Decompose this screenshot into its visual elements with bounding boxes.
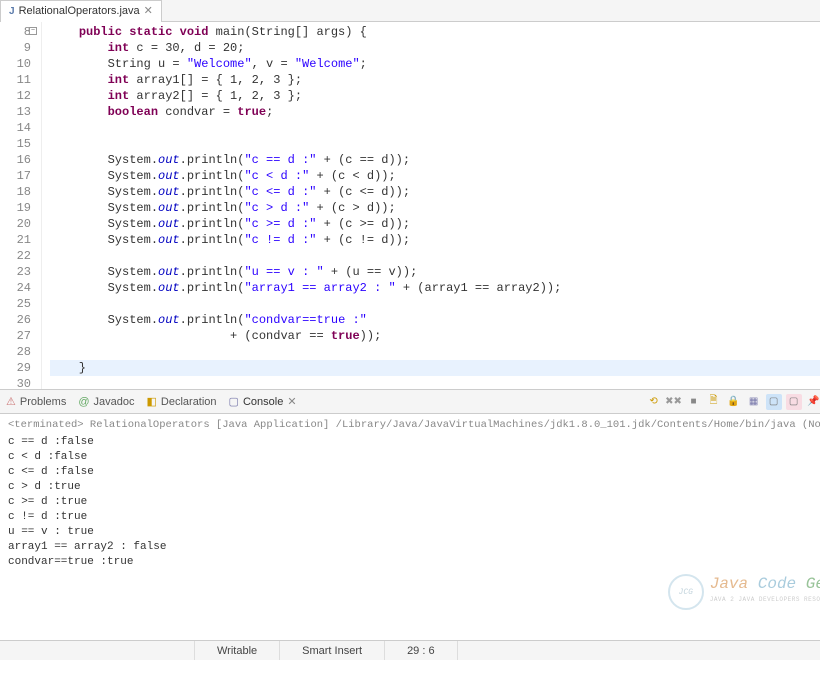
remove-all-icon[interactable]: ✖✖ <box>666 394 682 410</box>
java-file-icon: J <box>9 6 15 17</box>
line-gutter: 8−91011121314151617181920212223242526272… <box>0 22 42 389</box>
console-line: condvar==true :true <box>8 555 820 570</box>
editor-area: J RelationalOperators.java ✕ – □ 8−91011… <box>0 0 820 390</box>
console-toolbar: ⟲ ✖✖ ■ 🗎 🔒 ▦ ▢ ▢ 📌 ▾ – □ <box>646 394 820 410</box>
close-icon[interactable]: ✕ <box>144 4 153 18</box>
status-writable: Writable <box>195 641 280 660</box>
tab-problems[interactable]: ⚠Problems <box>6 395 66 408</box>
console-line: array1 == array2 : false <box>8 540 820 555</box>
display-selected-icon[interactable]: ▢ <box>766 394 782 410</box>
console-line: c != d :true <box>8 510 820 525</box>
console-line: c >= d :true <box>8 495 820 510</box>
console-line: c > d :true <box>8 480 820 495</box>
clear-console-icon[interactable]: 🗎 <box>706 394 722 410</box>
editor-tab-bar: J RelationalOperators.java ✕ – □ <box>0 0 820 22</box>
workbench: J RelationalOperators.java ✕ – □ 8−91011… <box>0 0 820 640</box>
console-line: c <= d :false <box>8 465 820 480</box>
status-bar: Writable Smart Insert 29 : 6 <box>0 640 820 660</box>
open-console-icon[interactable]: ▢ <box>786 394 802 410</box>
tab-declaration[interactable]: ◧Declaration <box>147 395 217 408</box>
editor-tab[interactable]: J RelationalOperators.java ✕ <box>0 0 162 22</box>
bottom-panel: ⚠Problems @Javadoc ◧Declaration ▢Console… <box>0 390 820 640</box>
code-area[interactable]: public static void main(String[] args) {… <box>42 22 820 389</box>
console-process-header: <terminated> RelationalOperators [Java A… <box>8 418 820 433</box>
main-column: J RelationalOperators.java ✕ – □ 8−91011… <box>0 0 820 640</box>
tab-console[interactable]: ▢Console ✕ <box>229 395 297 409</box>
tab-javadoc[interactable]: @Javadoc <box>78 396 134 408</box>
console-line: c < d :false <box>8 450 820 465</box>
new-console-icon[interactable]: 📌 <box>806 394 820 410</box>
editor-body[interactable]: 8−91011121314151617181920212223242526272… <box>0 22 820 389</box>
status-insert-mode: Smart Insert <box>280 641 385 660</box>
close-icon[interactable]: ✕ <box>287 395 296 409</box>
watermark: JCG Java Code Geeks JAVA 2 JAVA DEVELOPE… <box>668 574 820 610</box>
terminate-icon[interactable]: ■ <box>686 394 702 410</box>
pin-console-icon[interactable]: ▦ <box>746 394 762 410</box>
scroll-lock-icon[interactable]: 🔒 <box>726 394 742 410</box>
console-body[interactable]: <terminated> RelationalOperators [Java A… <box>0 414 820 640</box>
console-line: u == v : true <box>8 525 820 540</box>
status-cursor-position: 29 : 6 <box>385 641 458 660</box>
editor-tab-label: RelationalOperators.java <box>19 5 140 17</box>
views-tab-bar: ⚠Problems @Javadoc ◧Declaration ▢Console… <box>0 390 820 414</box>
console-line: c == d :false <box>8 435 820 450</box>
remove-launch-icon[interactable]: ⟲ <box>646 394 662 410</box>
watermark-badge: JCG <box>668 574 704 610</box>
